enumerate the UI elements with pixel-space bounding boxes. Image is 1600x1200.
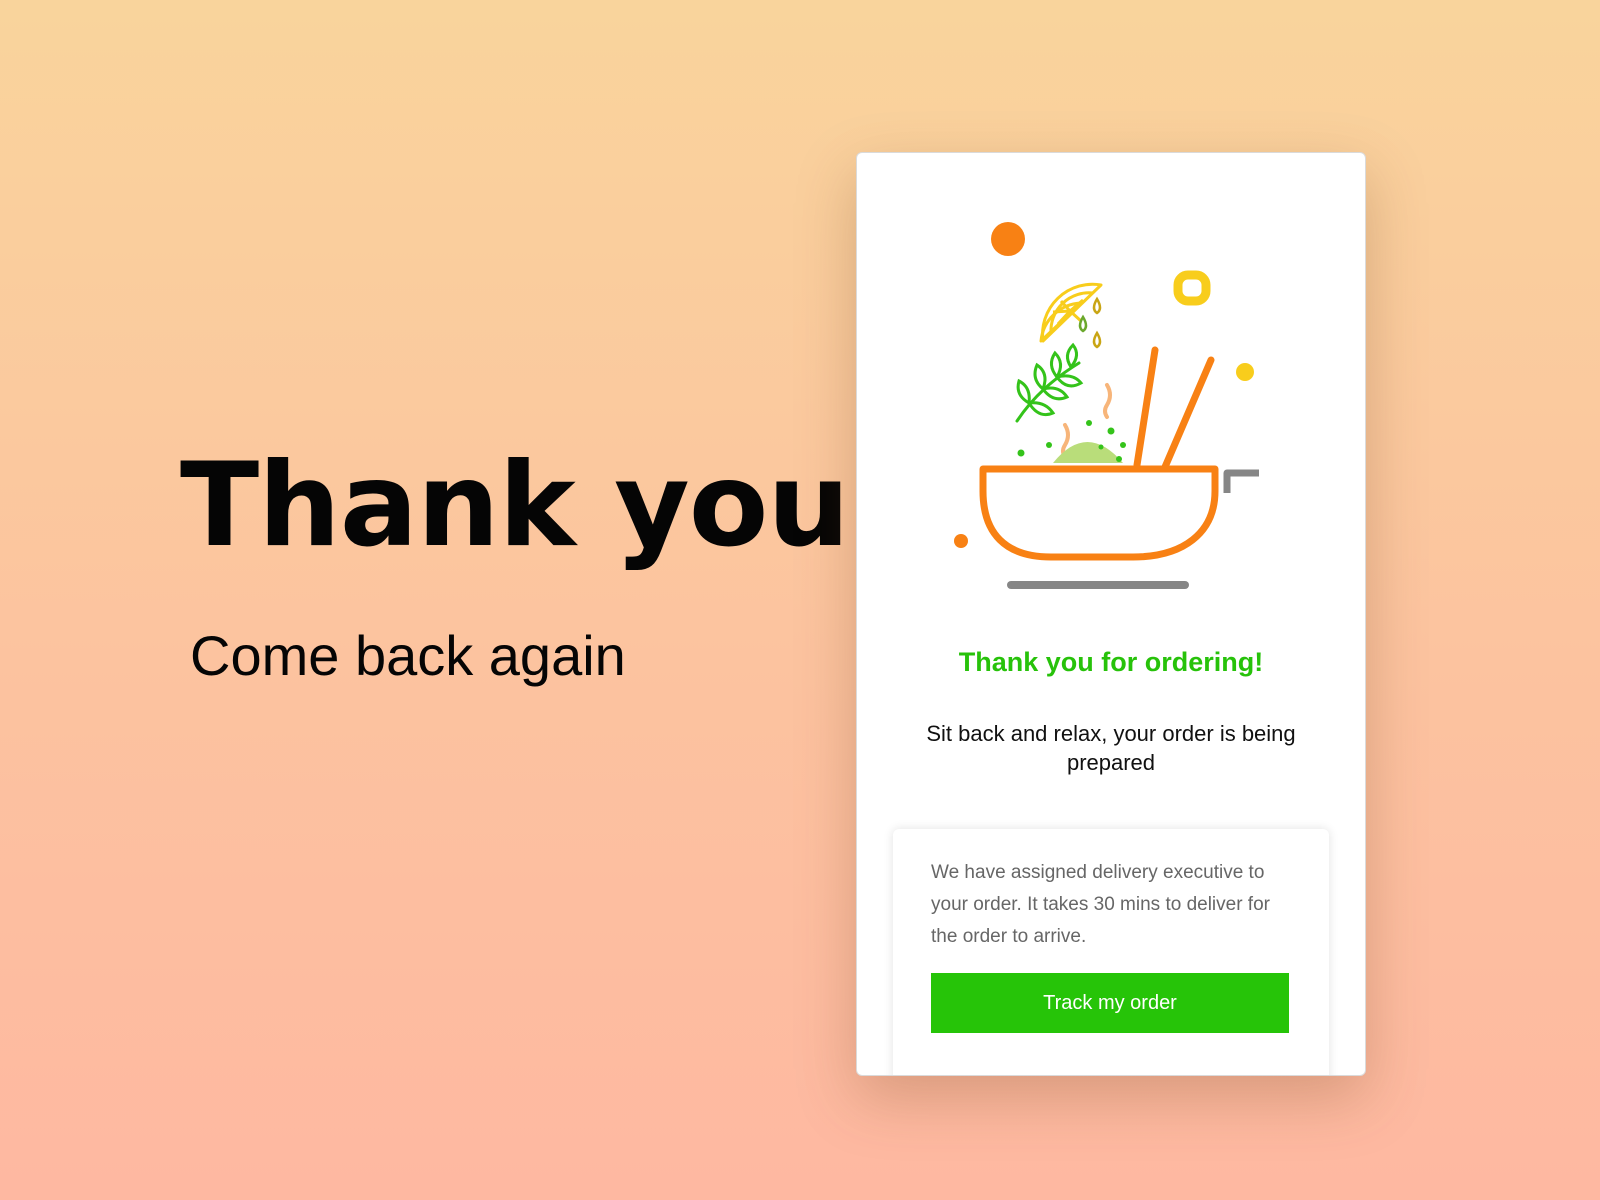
order-confirmation-card: Thank you for ordering! Sit back and rel…: [856, 152, 1366, 1076]
hero-title: Thank you: [180, 438, 850, 573]
lemon-slice-icon: [1039, 282, 1103, 343]
delivery-info-card: We have assigned delivery executive to y…: [893, 829, 1329, 1075]
order-confirmation-heading: Thank you for ordering!: [958, 647, 1264, 677]
hero-subtitle: Come back again: [190, 624, 626, 687]
order-status-message: Sit back and relax, your order is being …: [926, 721, 1296, 775]
track-order-button[interactable]: Track my order: [931, 973, 1289, 1033]
small-orange-dot-icon: [954, 534, 968, 548]
orange-dot-icon: [991, 222, 1025, 256]
lemon-drops-icon: [1078, 296, 1102, 349]
bowl-icon: [979, 465, 1219, 561]
delivery-info-text: We have assigned delivery executive to y…: [931, 862, 1270, 947]
pan-handle-icon: [1223, 469, 1259, 493]
leaf-sprig-icon: [1015, 342, 1084, 423]
yellow-ring-icon: [1173, 270, 1211, 306]
yellow-dot-icon: [1236, 363, 1254, 381]
food-bowl-illustration: [954, 222, 1259, 589]
chopsticks-icon: [1133, 346, 1215, 471]
